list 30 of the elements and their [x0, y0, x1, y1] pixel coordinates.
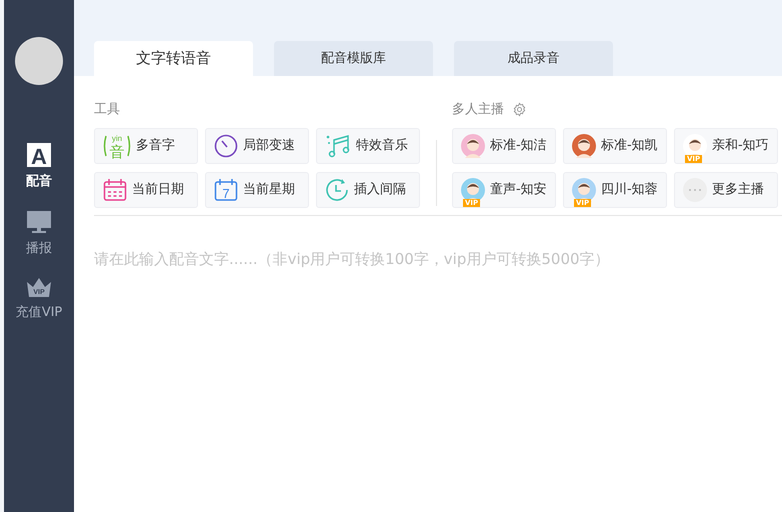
calendar-icon — [103, 178, 127, 202]
tool-button[interactable]: 特效音乐 — [316, 128, 420, 164]
tool-button[interactable]: 7 当前星期 — [205, 172, 309, 208]
sidebar-item[interactable]: A 配音 — [26, 143, 52, 192]
host-button[interactable]: 标准-知凯 — [563, 128, 667, 164]
letter-icon: A — [27, 143, 51, 167]
tool-button[interactable]: 局部变速 — [205, 128, 309, 164]
section-title: 工具 — [94, 101, 121, 119]
avatar-icon — [572, 178, 596, 202]
host-button[interactable]: 更多主播 — [674, 172, 778, 208]
tab[interactable]: 成品录音 — [454, 41, 613, 76]
tab[interactable]: 配音模版库 — [274, 41, 433, 76]
music-icon — [325, 132, 351, 158]
settings-icon[interactable] — [512, 102, 527, 118]
avatar-placeholder[interactable] — [15, 37, 63, 85]
section-title: 多人主播 — [452, 101, 504, 119]
avatar-icon — [461, 134, 485, 158]
calendar-icon: 7 — [214, 178, 238, 202]
avatar-icon — [572, 134, 596, 158]
timer-icon — [325, 178, 349, 202]
monitor-icon — [26, 210, 52, 234]
tab[interactable]: 文字转语音 — [94, 41, 253, 76]
dial-icon — [214, 134, 238, 158]
tool-button[interactable]: 当前日期 — [94, 172, 198, 208]
sidebar-item[interactable]: 播报 — [26, 210, 52, 258]
more-icon — [683, 178, 707, 202]
host-button[interactable]: 标准-知洁 — [452, 128, 556, 164]
tool-button[interactable]: 插入间隔 — [316, 172, 420, 208]
avatar-icon — [461, 178, 485, 202]
avatar-icon — [683, 134, 707, 158]
